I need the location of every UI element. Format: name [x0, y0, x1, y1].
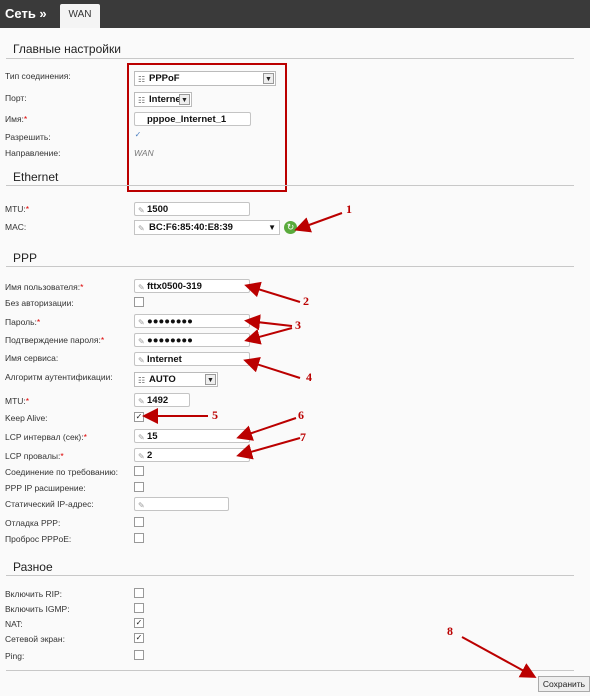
arrow-6	[236, 417, 297, 441]
annotation-7: 7	[300, 430, 306, 444]
arrow-1	[294, 212, 343, 233]
annotation-8: 8	[447, 624, 453, 638]
arrow-4	[243, 357, 301, 379]
annotation-1: 1	[346, 202, 352, 216]
annotation-5: 5	[212, 408, 218, 422]
annotation-4: 4	[306, 370, 312, 384]
arrow-7	[236, 437, 301, 460]
annotation-arrows	[142, 212, 537, 678]
annotation-3: 3	[295, 318, 301, 332]
annotation-2: 2	[303, 294, 309, 308]
arrow-8	[461, 636, 537, 678]
annotation-6: 6	[298, 408, 304, 422]
arrow-3a	[244, 314, 293, 331]
arrow-2	[244, 281, 301, 303]
arrow-3b	[244, 327, 293, 345]
